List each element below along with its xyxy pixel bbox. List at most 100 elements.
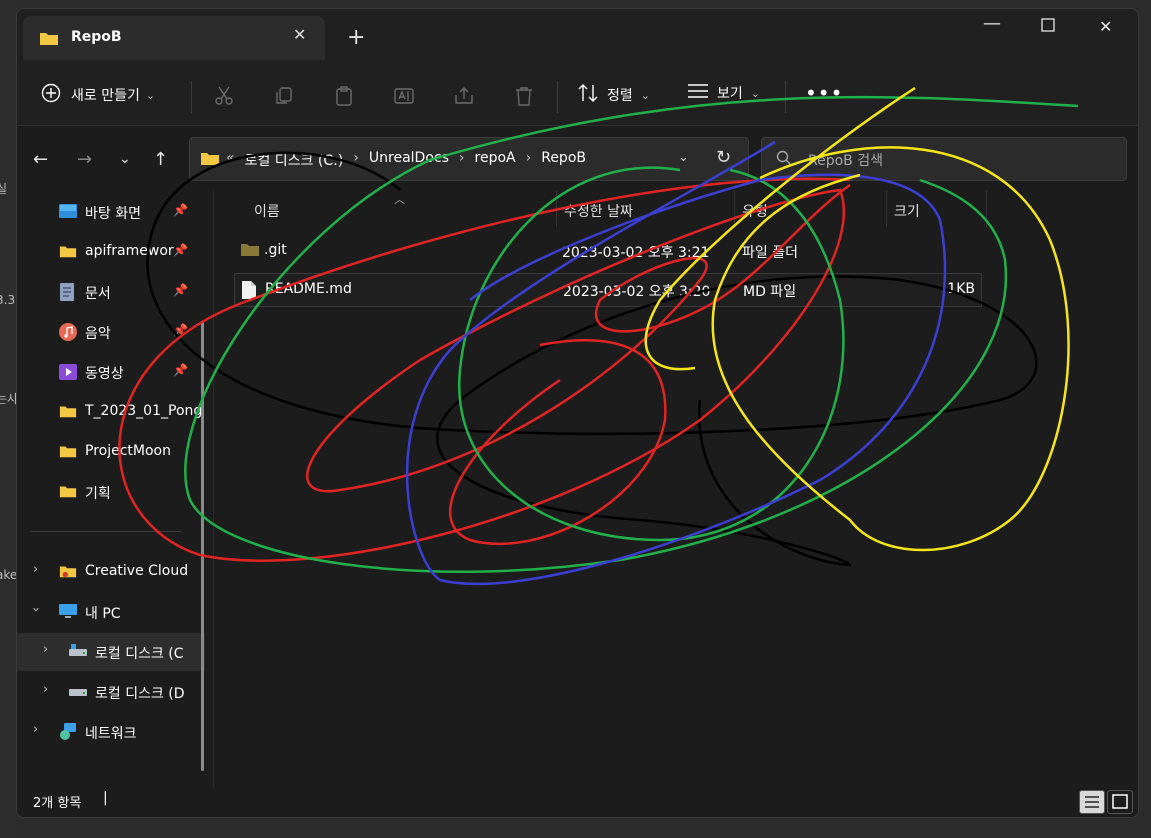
status-bar: 2개 항목 |	[17, 787, 1138, 817]
sidebar-item-label: apiframewor	[85, 243, 174, 259]
column-header-modified[interactable]: 수정한 날짜	[564, 201, 633, 221]
pin-icon: 📌	[173, 283, 188, 297]
sidebar-item-local-disk-c[interactable]: › 로컬 디스크 (C	[17, 633, 205, 671]
column-divider[interactable]	[734, 191, 735, 227]
chevron-right-icon[interactable]: ›	[43, 642, 48, 657]
tab-close-icon[interactable]: ✕	[293, 25, 306, 44]
close-window-button[interactable]: ✕	[1099, 17, 1112, 36]
file-icon	[241, 280, 257, 304]
folder-icon	[59, 243, 77, 263]
more-options-button[interactable]: •••	[805, 81, 843, 105]
network-icon	[59, 723, 77, 745]
toolbar-divider	[191, 81, 192, 113]
folder-icon	[59, 483, 77, 503]
sidebar-item-documents[interactable]: 문서 📌	[17, 273, 205, 311]
view-icon	[687, 83, 709, 103]
folder-icon	[59, 443, 77, 463]
column-divider[interactable]	[986, 191, 987, 227]
back-arrow-icon[interactable]: ←	[33, 149, 48, 170]
sidebar-item-network[interactable]: › 네트워크	[17, 713, 205, 751]
column-header-name[interactable]: 이름	[254, 201, 280, 221]
sidebar-item-creative-cloud[interactable]: › Creative Cloud	[17, 553, 205, 591]
sidebar-item-label: 로컬 디스크 (D	[95, 686, 185, 702]
sidebar-item-this-pc[interactable]: › 내 PC	[17, 593, 205, 631]
pin-icon: 📌	[173, 323, 188, 337]
copy-icon[interactable]	[273, 85, 295, 107]
view-label: 보기	[717, 86, 743, 102]
breadcrumb-item[interactable]: RepoB	[541, 150, 586, 170]
tab-repob[interactable]: RepoB ✕	[23, 16, 325, 60]
sidebar-item-local-disk-d[interactable]: › 로컬 디스크 (D	[17, 673, 205, 711]
address-bar[interactable]: « 로컬 디스크 (C:) › UnrealDocs › repoA › Rep…	[189, 137, 749, 181]
file-list: ︿ 이름 수정한 날짜 유형 크기 .git 2023-03-02 오후 3:2…	[213, 191, 1138, 787]
column-header-type[interactable]: 유형	[742, 201, 768, 221]
item-count: 2개 항목	[33, 796, 82, 811]
delete-icon[interactable]	[513, 85, 535, 107]
sidebar-item-label: 문서	[85, 286, 111, 302]
creative-cloud-icon	[59, 563, 77, 583]
sidebar-item-label: 네트워크	[85, 726, 137, 742]
sidebar-item-desktop[interactable]: 바탕 화면 📌	[17, 193, 205, 231]
background-text: 3.3	[0, 293, 16, 307]
refresh-icon[interactable]: ↻	[716, 147, 731, 168]
file-name: README.md	[265, 281, 352, 297]
chevron-right-icon[interactable]: ›	[43, 682, 48, 697]
sort-button[interactable]: 정렬 ⌄	[577, 83, 650, 107]
table-row[interactable]: README.md 2023-03-02 오후 3:20 MD 파일 1KB	[234, 273, 982, 307]
breadcrumb-item[interactable]: 로컬 디스크 (C:)	[245, 150, 344, 170]
sidebar-item-label: 내 PC	[85, 606, 121, 622]
toolbar-divider	[557, 81, 558, 113]
chevron-right-icon[interactable]: ›	[33, 722, 38, 737]
breadcrumb-item[interactable]: repoA	[475, 150, 516, 170]
sidebar-item-t-2023-01-pong[interactable]: T_2023_01_Pong	[17, 393, 205, 431]
command-bar: 새로 만들기 ⌄ 정렬 ⌄ 보기 ⌄ •••	[17, 67, 1138, 126]
column-divider[interactable]	[886, 191, 887, 227]
sort-label: 정렬	[607, 88, 633, 104]
drive-icon	[69, 683, 87, 701]
large-icons-view-button[interactable]	[1107, 790, 1133, 814]
search-box[interactable]: RepoB 검색	[761, 137, 1127, 181]
sidebar-item-label: ProjectMoon	[85, 443, 171, 459]
table-row[interactable]: .git 2023-03-02 오후 3:21 파일 폴더	[234, 235, 980, 267]
rename-icon[interactable]	[393, 85, 415, 107]
sidebar-item-projectmoon[interactable]: ProjectMoon	[17, 433, 205, 471]
column-divider[interactable]	[556, 191, 557, 227]
breadcrumb-overflow[interactable]: «	[226, 150, 235, 170]
document-icon	[59, 283, 75, 305]
chevron-right-icon[interactable]: ›	[33, 562, 38, 577]
chevron-down-icon[interactable]: ⌄	[678, 150, 689, 165]
folder-icon	[200, 150, 220, 170]
background-text: ake	[0, 568, 18, 582]
share-icon[interactable]	[453, 85, 475, 107]
details-view-button[interactable]	[1079, 790, 1105, 814]
sort-icon	[577, 83, 599, 107]
chevron-right-icon: ›	[353, 150, 359, 166]
forward-arrow-icon[interactable]: →	[77, 149, 92, 170]
minimize-button[interactable]: —	[983, 13, 1001, 34]
column-header-size[interactable]: 크기	[894, 201, 920, 221]
drive-icon	[69, 643, 87, 661]
folder-icon	[240, 241, 260, 261]
up-arrow-icon[interactable]: ↑	[153, 149, 168, 170]
breadcrumb-item[interactable]: UnrealDocs	[369, 150, 449, 170]
sidebar-item-videos[interactable]: 동영상 📌	[17, 353, 205, 391]
paste-icon[interactable]	[333, 85, 355, 107]
chevron-down-icon: ⌄	[750, 86, 760, 100]
pc-icon	[59, 603, 77, 623]
recent-locations-chevron-icon[interactable]: ⌄	[119, 151, 131, 167]
view-button[interactable]: 보기 ⌄	[687, 83, 760, 103]
sidebar-item-music[interactable]: 음악 📌	[17, 313, 205, 351]
cut-icon[interactable]	[213, 85, 235, 107]
navigation-pane: 바탕 화면 📌 apiframewor 📌 문서 📌 음악 📌 동영상 📌 T_…	[17, 191, 205, 787]
sidebar-scrollbar[interactable]	[201, 321, 204, 771]
maximize-button[interactable]	[1041, 17, 1055, 36]
sidebar-item-planning[interactable]: 기획	[17, 473, 205, 511]
file-type: 파일 폴더	[742, 245, 798, 261]
chevron-right-icon: ›	[458, 150, 465, 166]
navigation-bar: ← → ⌄ ↑ « 로컬 디스크 (C:) › UnrealDocs › rep…	[17, 127, 1138, 191]
new-tab-button[interactable]: +	[347, 25, 365, 51]
new-button[interactable]: 새로 만들기 ⌄	[41, 83, 155, 107]
chevron-down-icon[interactable]: ›	[28, 607, 43, 612]
sidebar-item-apiframework[interactable]: apiframewor 📌	[17, 233, 205, 271]
sidebar-item-label: Creative Cloud	[85, 563, 189, 579]
